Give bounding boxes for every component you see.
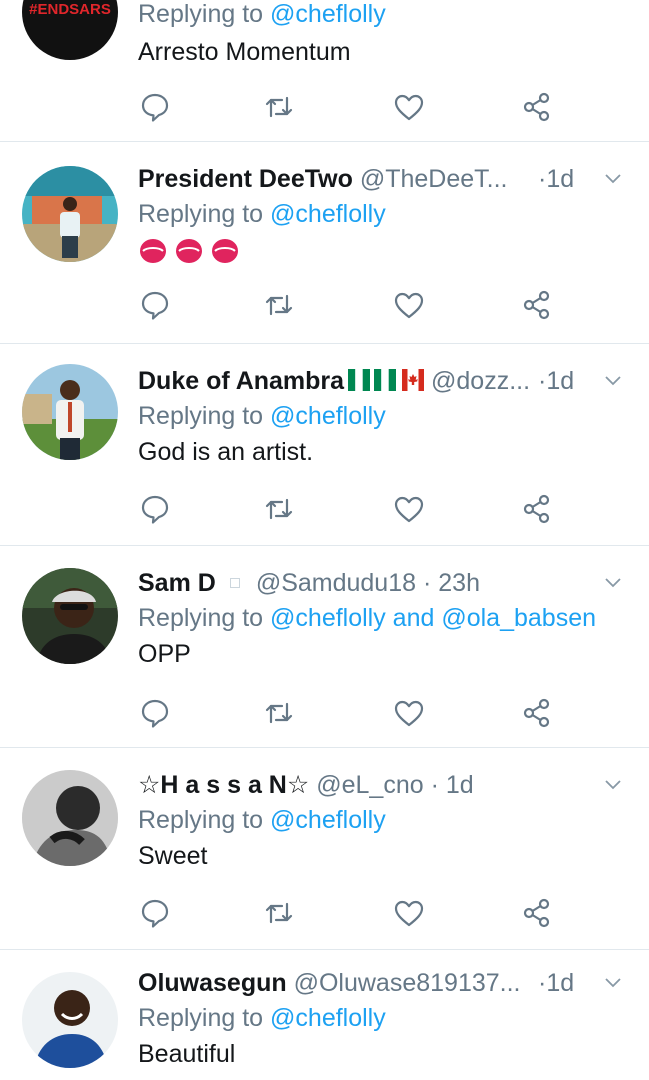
replying-prefix: Replying to: [138, 200, 264, 228]
separator-dot: ·: [430, 771, 439, 799]
avatar[interactable]: [22, 770, 118, 866]
chevron-down-icon[interactable]: [603, 370, 623, 390]
tweet-text: [138, 232, 629, 268]
display-name[interactable]: Sam D: [138, 569, 216, 597]
retweet-icon[interactable]: [262, 288, 296, 322]
replying-to: Replying to @cheflolly: [138, 802, 629, 838]
tweet-text: Arresto Momentum: [138, 38, 351, 66]
tweet[interactable]: Duke of Anambra @dozz... ·1d Replying to…: [0, 344, 649, 546]
tweet-text: Beautiful: [138, 1040, 236, 1068]
kiss-mark-icon: [212, 239, 238, 264]
separator-dot: ·: [422, 569, 432, 597]
replying-to: Replying to @cheflolly and @ola_babsen: [138, 600, 629, 636]
reply-icon[interactable]: [138, 896, 172, 930]
retweet-icon[interactable]: [262, 896, 296, 930]
avatar[interactable]: [22, 972, 118, 1068]
tweet-header: Sam D @Samdudu18 · 23h: [138, 566, 629, 600]
reply-icon[interactable]: [138, 492, 172, 526]
display-name[interactable]: Duke of Anambra: [138, 367, 344, 395]
nigeria-flag-icon: [348, 369, 371, 391]
chevron-down-icon[interactable]: [603, 774, 623, 794]
replying-to: Replying to @cheflolly: [138, 0, 629, 32]
timestamp[interactable]: 23h: [438, 569, 480, 597]
replying-link[interactable]: @cheflolly: [270, 0, 386, 28]
username[interactable]: @eL_cno: [316, 771, 423, 799]
canada-flag-icon: [402, 369, 425, 391]
reply-icon[interactable]: [138, 90, 172, 124]
retweet-icon[interactable]: [262, 90, 296, 124]
tweet[interactable]: ☆H a s s a N☆ @eL_cno · 1d Replying to @…: [0, 748, 649, 950]
tweet-text: Sweet: [138, 842, 208, 870]
kiss-mark-icon: [176, 239, 202, 264]
username[interactable]: @dozz...: [431, 367, 530, 395]
heart-icon[interactable]: [392, 896, 426, 930]
tweet-actions: [138, 288, 558, 322]
replying-prefix: Replying to: [138, 0, 264, 28]
avatar-endsars-text: #ENDSARS: [29, 1, 111, 18]
heart-icon[interactable]: [392, 288, 426, 322]
timestamp[interactable]: 1d: [546, 367, 574, 395]
tweet-actions: [138, 896, 558, 930]
tweet-actions: [138, 492, 558, 526]
avatar[interactable]: [22, 364, 118, 460]
replying-to: Replying to @cheflolly: [138, 1000, 629, 1036]
tweet[interactable]: Oluwasegun @Oluwase819137... ·1d Replyin…: [0, 950, 649, 1080]
display-name[interactable]: ☆H a s s a N☆: [138, 771, 309, 799]
heart-icon[interactable]: [392, 696, 426, 730]
share-icon[interactable]: [520, 696, 554, 730]
reply-feed: #ENDSARS Replying to @cheflolly Arresto …: [0, 0, 649, 1080]
reply-icon[interactable]: [138, 288, 172, 322]
tweet-header: Oluwasegun @Oluwase819137... ·1d: [138, 966, 629, 1000]
share-icon[interactable]: [520, 90, 554, 124]
tweet[interactable]: #ENDSARS Replying to @cheflolly Arresto …: [0, 0, 649, 142]
retweet-icon[interactable]: [262, 696, 296, 730]
avatar[interactable]: #ENDSARS: [22, 0, 118, 60]
tweet-actions: [138, 90, 558, 124]
retweet-icon[interactable]: [262, 492, 296, 526]
display-name[interactable]: President DeeTwo: [138, 165, 353, 193]
username[interactable]: @TheDeeT...: [360, 165, 508, 193]
avatar[interactable]: [22, 166, 118, 262]
tweet-header: Duke of Anambra @dozz... ·1d: [138, 364, 629, 398]
replying-link[interactable]: @cheflolly and @ola_babsen: [270, 604, 596, 632]
replying-link[interactable]: @cheflolly: [270, 806, 386, 834]
heart-icon[interactable]: [392, 492, 426, 526]
timestamp[interactable]: 1d: [546, 165, 574, 193]
share-icon[interactable]: [520, 288, 554, 322]
replying-to: Replying to @cheflolly: [138, 196, 629, 232]
display-name[interactable]: Oluwasegun: [138, 969, 287, 997]
username[interactable]: @Oluwase819137...: [294, 969, 521, 997]
replying-to: Replying to @cheflolly: [138, 398, 629, 434]
username[interactable]: @Samdudu18: [256, 569, 416, 597]
tweet-text: OPP: [138, 640, 191, 668]
tweet[interactable]: Sam D @Samdudu18 · 23h Replying to @chefl…: [0, 546, 649, 748]
tweet-header: ☆H a s s a N☆ @eL_cno · 1d: [138, 768, 629, 802]
chevron-down-icon[interactable]: [603, 168, 623, 188]
replying-prefix: Replying to: [138, 604, 264, 632]
replying-prefix: Replying to: [138, 1004, 264, 1032]
chevron-down-icon[interactable]: [603, 972, 623, 992]
chevron-down-icon[interactable]: [603, 572, 623, 592]
share-icon[interactable]: [520, 896, 554, 930]
tweet-text: God is an artist.: [138, 438, 314, 466]
kiss-mark-icon: [140, 239, 166, 264]
reply-icon[interactable]: [138, 696, 172, 730]
avatar[interactable]: [22, 568, 118, 664]
share-icon[interactable]: [520, 492, 554, 526]
nigeria-flag-icon: [374, 369, 397, 391]
replying-link[interactable]: @cheflolly: [270, 200, 386, 228]
tweet-header: President DeeTwo @TheDeeT... ·1d: [138, 162, 629, 196]
timestamp[interactable]: 1d: [446, 771, 474, 799]
replying-link[interactable]: @cheflolly: [270, 402, 386, 430]
heart-icon[interactable]: [392, 90, 426, 124]
replying-prefix: Replying to: [138, 806, 264, 834]
tweet[interactable]: President DeeTwo @TheDeeT... ·1d Replyin…: [0, 142, 649, 344]
tweet-actions: [138, 696, 558, 730]
verified-placeholder-icon: [229, 577, 240, 588]
replying-prefix: Replying to: [138, 402, 264, 430]
timestamp[interactable]: 1d: [546, 969, 574, 997]
replying-link[interactable]: @cheflolly: [270, 1004, 386, 1032]
